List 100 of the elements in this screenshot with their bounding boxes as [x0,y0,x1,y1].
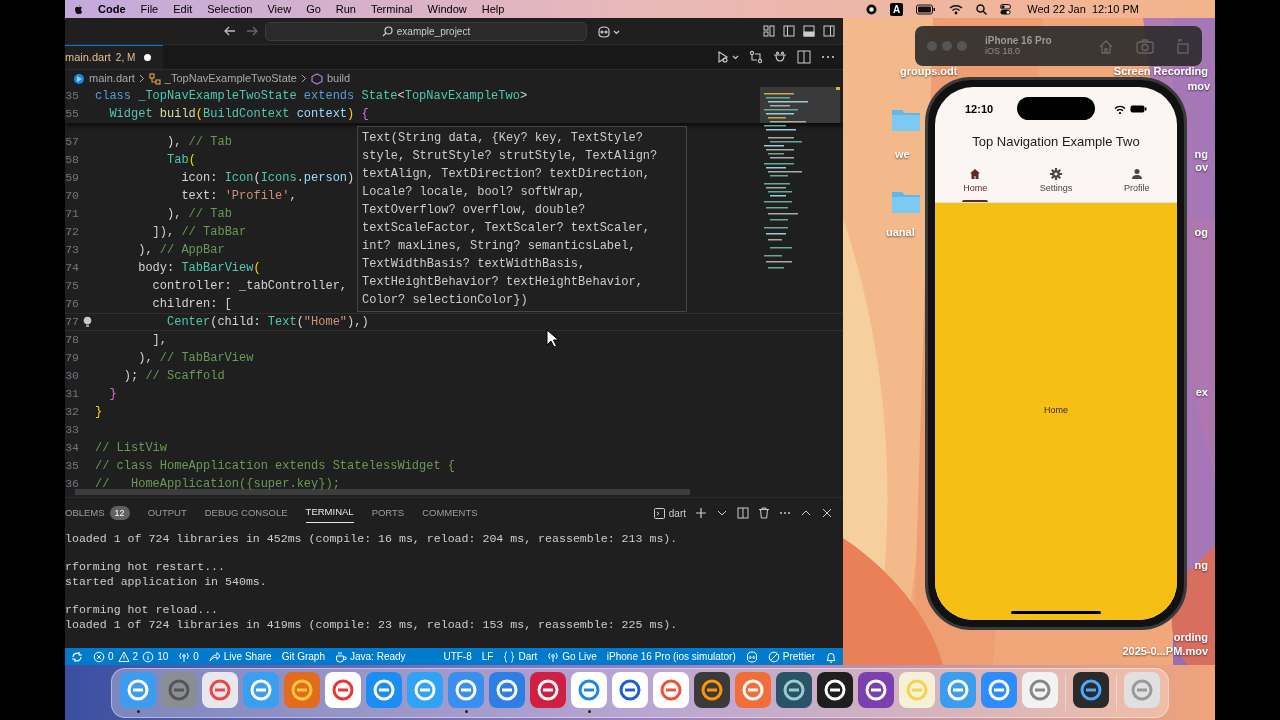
trash-icon[interactable] [758,507,770,519]
panel-tab[interactable]: TERMINAL [305,503,354,523]
status-bar-item[interactable]: iPhone 16 Pro (ios simulator) [606,648,736,665]
copilot-icon[interactable] [597,25,621,39]
back-arrow-icon[interactable] [223,24,237,38]
breadcrumb-item[interactable]: main.dart [89,70,135,87]
status-bar-item[interactable]: 0 [93,649,114,664]
remote-icon[interactable] [71,650,83,663]
forward-arrow-icon[interactable] [245,24,259,38]
input-source-indicator[interactable]: A [890,2,904,16]
toggle-panel-icon[interactable] [803,25,815,37]
compare-changes-icon[interactable] [749,50,763,64]
wifi-icon [1114,104,1126,114]
line-number: 33 [65,422,79,438]
panel-tab[interactable]: COMMENTS [422,503,478,523]
status-bar-item[interactable]: 0 [178,648,199,665]
status-bar-item[interactable]: 10 [142,649,169,664]
line-number: 34 [65,440,79,456]
close-icon[interactable] [821,507,833,519]
wifi-icon[interactable] [949,3,964,15]
line-number: 32 [65,404,79,420]
file-label[interactable]: og [1194,226,1208,239]
app-icon[interactable] [817,672,853,708]
chevron-right-icon [300,74,307,83]
menu-item[interactable]: Window [427,0,467,18]
status-bar-item[interactable]: Dart [503,648,538,665]
file-label[interactable]: ex [1195,386,1208,399]
menu-item[interactable]: Selection [207,0,253,18]
lightbulb-icon[interactable] [82,316,92,328]
signature-text: Text(String data, {Key? key, TextStyle? style, StrutStyle? strutStyle, TextAlign? textAlign, TextDirection? textDirection, Locale? locale, bool? softWrap, TextOverflow? overflow, double? textScaleFactor, TextScaler? textScaler, int? maxLines, String? semanticsLabel, TextWidthBasis? textWidthBasis, TextHeightBehavior? textHeightBehavior, Color? selectionColor}) [362,130,659,309]
code-line: // ListViw [95,440,167,457]
menu-item[interactable]: Help [481,0,505,18]
panel-tab[interactable]: PORTS [371,503,405,523]
battery-icon[interactable] [916,3,937,15]
app-icon[interactable] [1073,672,1109,708]
run-debug-icon[interactable] [717,50,739,64]
status-bar-item[interactable]: Prettier [767,648,815,665]
editor-tab[interactable]: main.dart 2, M [65,45,164,69]
file-label[interactable]: ng [1194,559,1208,572]
horizontal-scrollbar[interactable] [75,489,690,495]
broadcast-icon [547,650,560,663]
app-tab[interactable]: Home [935,161,1016,202]
menu-item[interactable]: Terminal [371,0,413,18]
code-line: text: 'Profile', [180,188,297,205]
menu-item[interactable]: File [140,0,159,18]
status-bar-item[interactable]: Live Share [208,648,272,665]
line-number: 79 [65,350,79,366]
terminal-output-line: loaded 1 of 724 libraries in 419ms (compile: 23 ms, reload: 153 ms, reassemble: 225 ms). [65,617,679,633]
menu-item[interactable]: Go [306,0,321,18]
terminal-output-line: started application in 540ms. [65,574,268,590]
customize-layout-icon[interactable] [763,25,775,37]
new-terminal-icon[interactable] [695,507,707,519]
file-label[interactable]: Screen Recording [1113,65,1208,78]
breadcrumb-item[interactable]: build [326,70,351,87]
file-label[interactable]: ov [1195,161,1208,174]
menu-item[interactable]: Run [335,0,356,18]
command-center-search[interactable]: example_project [265,22,587,41]
status-bar-item[interactable]: Java: Ready [335,648,406,665]
app-tab[interactable]: Profile [1096,161,1177,202]
code-line: Center(child: Text("Home"),) [166,314,369,331]
terminal-output-line: loaded 1 of 724 libraries in 452ms (compile: 16 ms, reload: 204 ms, reassemble: 213 ms). [65,532,679,547]
code-line: Tab( [166,152,196,169]
line-number: 75 [65,278,79,294]
line-number: 74 [65,260,79,276]
breadcrumb-item[interactable]: _TopNavExampleTwoState [164,70,297,87]
status-bar-item[interactable]: Git Graph [281,648,325,665]
person-icon [1130,167,1143,180]
menu-item[interactable]: View [267,0,292,18]
menu-item[interactable]: Edit [173,0,193,18]
code-line: body: TabBarView( [137,260,261,277]
terminal-selector[interactable]: dart [653,505,686,521]
count-badge: 12 [109,506,130,520]
code-line: ), // TabBarView [137,350,254,367]
line-number: 77 [65,314,79,330]
code-line: Widget build(BuildContext context) { [108,106,369,123]
status-bar-item[interactable]: 2 [117,649,139,664]
app-tab[interactable]: Settings [1015,161,1097,202]
line-number: 57 [65,134,79,150]
split-terminal-icon[interactable] [737,507,749,519]
status-bar-item[interactable]: LF [481,648,494,665]
panel-tab[interactable]: OBLEMS 12 [65,503,130,523]
search-icon[interactable] [976,3,988,15]
panel-tab[interactable]: OUTPUT [147,503,187,523]
panel-tab[interactable]: DEBUG CONSOLE [204,503,288,523]
menu-bar-clock[interactable]: Wed 22 Jan 12:10 PM [1027,0,1139,18]
copilot-chat-icon[interactable] [773,50,787,64]
app-icon[interactable] [858,672,894,708]
status-bar-item[interactable]: UTF-8 [443,648,472,665]
file-label[interactable]: ording [1173,631,1208,644]
toggle-sidebar-icon[interactable] [783,25,795,37]
bell-icon[interactable] [825,650,837,663]
file-label[interactable]: mov [1187,80,1210,93]
toggle-secondary-sidebar-icon[interactable] [823,25,835,37]
line-number: 36 [65,476,79,492]
app-menu[interactable]: Code [98,0,126,18]
status-bar-item[interactable]: Go Live [547,648,597,665]
record-icon[interactable] [866,3,878,15]
file-label[interactable]: ng [1194,148,1208,161]
split-editor-icon[interactable] [797,50,811,64]
copilot-icon[interactable] [745,650,758,663]
